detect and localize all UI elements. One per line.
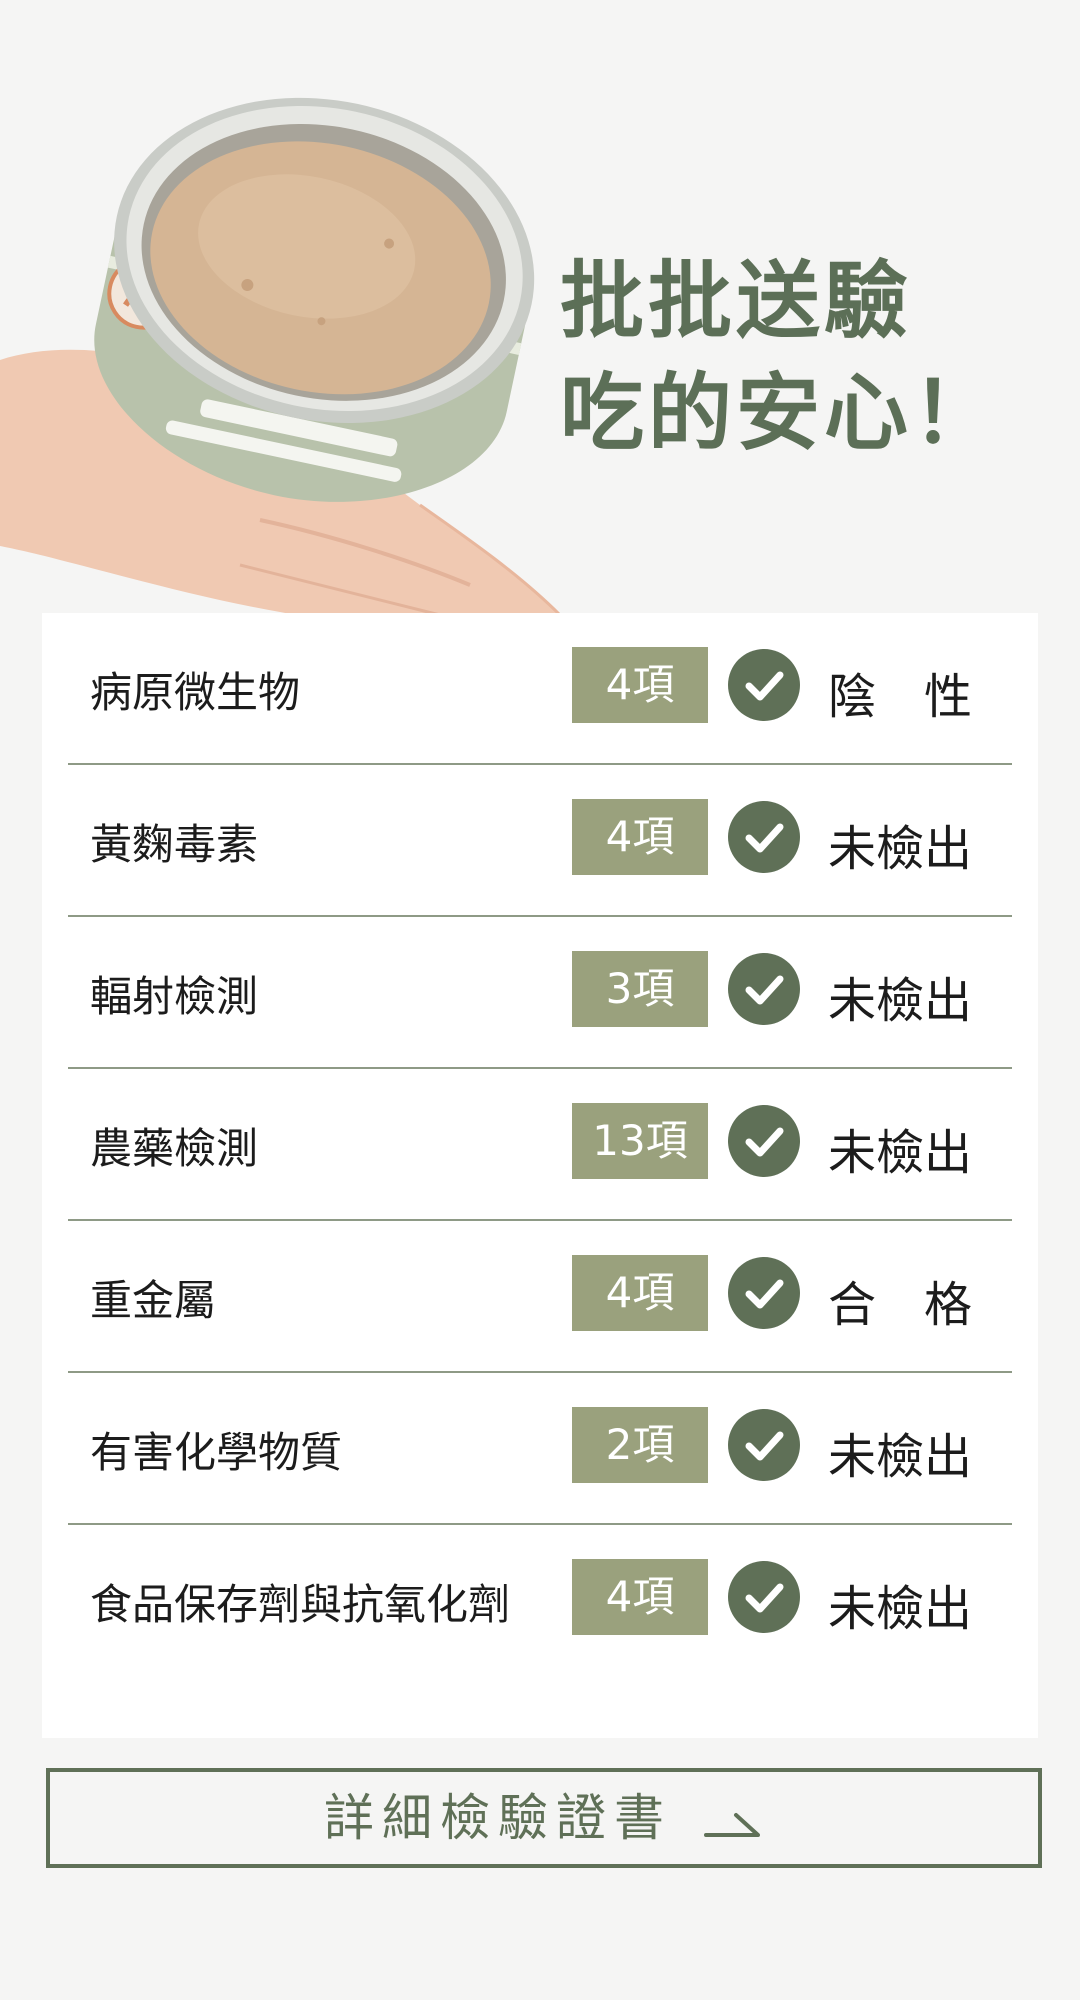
test-result: 合 格 bbox=[828, 1277, 973, 1333]
test-name: 食品保存劑與抗氧化劑 bbox=[90, 1580, 511, 1629]
arrow-right-icon bbox=[702, 1776, 764, 1868]
test-row-preservatives: 食品保存劑與抗氧化劑 4項 未檢出 bbox=[68, 1525, 1012, 1677]
test-count-badge: 4項 bbox=[572, 647, 708, 723]
hero-section: 批批送驗 吃的安心！ bbox=[0, 0, 1080, 680]
test-results-card: 病原微生物 4項 陰 性 黃麴毒素 4項 未檢出 輻射檢測 3項 未檢出 農藥檢… bbox=[42, 613, 1038, 1738]
test-row-pathogens: 病原微生物 4項 陰 性 bbox=[68, 613, 1012, 765]
test-result: 未檢出 bbox=[828, 1429, 973, 1485]
test-row-pesticides: 農藥檢測 13項 未檢出 bbox=[68, 1069, 1012, 1221]
test-result: 陰 性 bbox=[828, 669, 973, 725]
test-row-harmful-chemicals: 有害化學物質 2項 未檢出 bbox=[68, 1373, 1012, 1525]
test-name: 病原微生物 bbox=[90, 668, 301, 717]
test-row-heavy-metals: 重金屬 4項 合 格 bbox=[68, 1221, 1012, 1373]
test-count-badge: 2項 bbox=[572, 1407, 708, 1483]
check-circle-icon bbox=[728, 1257, 800, 1329]
check-circle-icon bbox=[728, 953, 800, 1025]
test-name: 重金屬 bbox=[90, 1276, 217, 1325]
test-result: 未檢出 bbox=[828, 1125, 973, 1181]
test-count-badge: 4項 bbox=[572, 799, 708, 875]
test-result: 未檢出 bbox=[828, 821, 973, 877]
test-count-badge: 4項 bbox=[572, 1255, 708, 1331]
headline-line-1: 批批送驗 bbox=[560, 252, 913, 350]
test-count-badge: 13項 bbox=[572, 1103, 708, 1179]
test-count-badge: 3項 bbox=[572, 951, 708, 1027]
test-name: 農藥檢測 bbox=[90, 1124, 259, 1173]
check-circle-icon bbox=[728, 1409, 800, 1481]
view-certificate-label: 詳細檢驗證書 bbox=[324, 1789, 673, 1847]
test-name: 黃麴毒素 bbox=[90, 820, 259, 869]
test-row-radiation: 輻射檢測 3項 未檢出 bbox=[68, 917, 1012, 1069]
test-name: 輻射檢測 bbox=[90, 972, 259, 1021]
check-circle-icon bbox=[728, 801, 800, 873]
view-certificate-button[interactable]: 詳細檢驗證書 bbox=[46, 1768, 1042, 1868]
check-circle-icon bbox=[728, 1561, 800, 1633]
headline-line-2: 吃的安心！ bbox=[560, 364, 1001, 462]
test-name: 有害化學物質 bbox=[90, 1428, 343, 1477]
test-row-aflatoxin: 黃麴毒素 4項 未檢出 bbox=[68, 765, 1012, 917]
test-result: 未檢出 bbox=[828, 1581, 973, 1637]
check-circle-icon bbox=[728, 649, 800, 721]
check-circle-icon bbox=[728, 1105, 800, 1177]
test-result: 未檢出 bbox=[828, 973, 973, 1029]
test-count-badge: 4項 bbox=[572, 1559, 708, 1635]
headline: 批批送驗 吃的安心！ bbox=[560, 245, 1000, 469]
